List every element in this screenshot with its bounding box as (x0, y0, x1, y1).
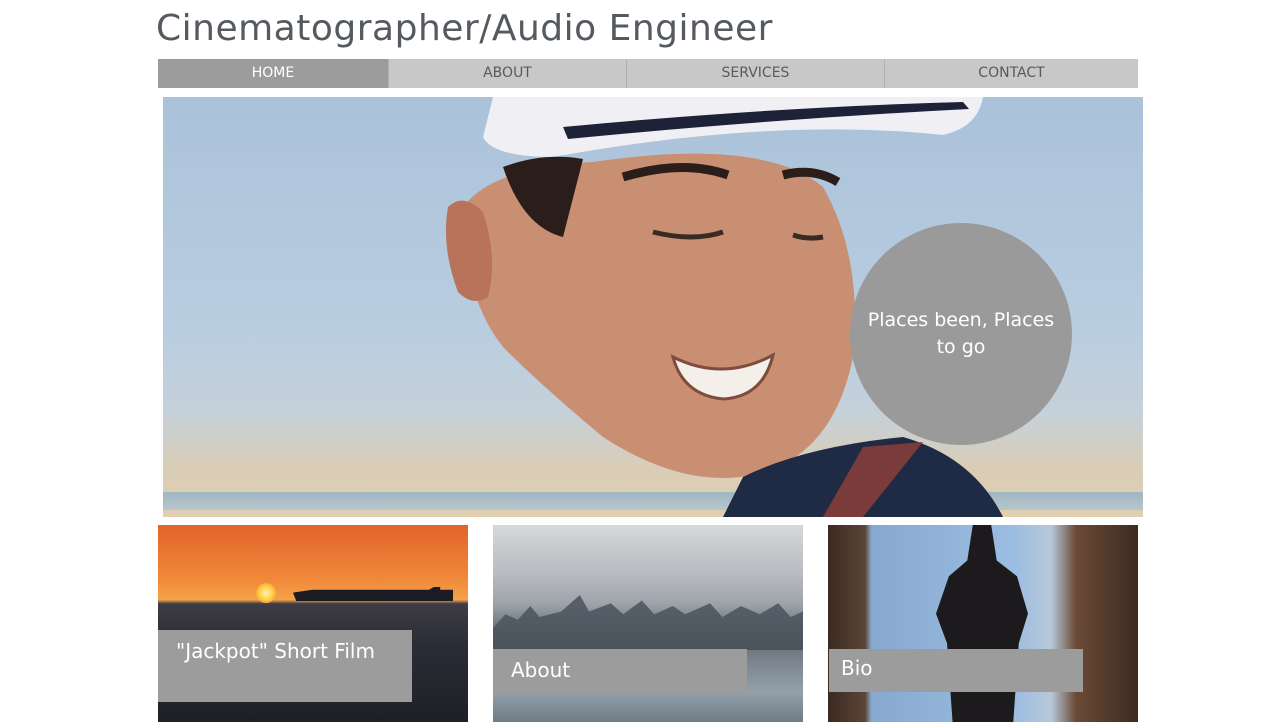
person-silhouette (936, 525, 1028, 722)
city-skyline (493, 595, 803, 650)
card-about[interactable]: About (493, 525, 803, 722)
site-title: Cinematographer/Audio Engineer (156, 8, 773, 49)
hero-image: Places been, Places to go (163, 97, 1143, 517)
card-jackpot[interactable]: "Jackpot" Short Film (158, 525, 468, 722)
nav-item-about[interactable]: ABOUT (389, 59, 627, 88)
nav-item-contact[interactable]: CONTACT (885, 59, 1138, 88)
card-label-jackpot[interactable]: "Jackpot" Short Film (158, 630, 412, 702)
sunset-sun (256, 583, 276, 603)
card-label-bio[interactable]: Bio (829, 649, 1083, 692)
nav-item-home[interactable]: HOME (158, 59, 389, 88)
main-nav: HOME ABOUT SERVICES CONTACT (158, 59, 1138, 88)
ship-silhouette (293, 587, 453, 601)
card-bio[interactable]: Bio (828, 525, 1138, 722)
card-label-about[interactable]: About (493, 649, 747, 693)
nav-item-services[interactable]: SERVICES (627, 59, 885, 88)
places-circle[interactable]: Places been, Places to go (850, 223, 1072, 445)
